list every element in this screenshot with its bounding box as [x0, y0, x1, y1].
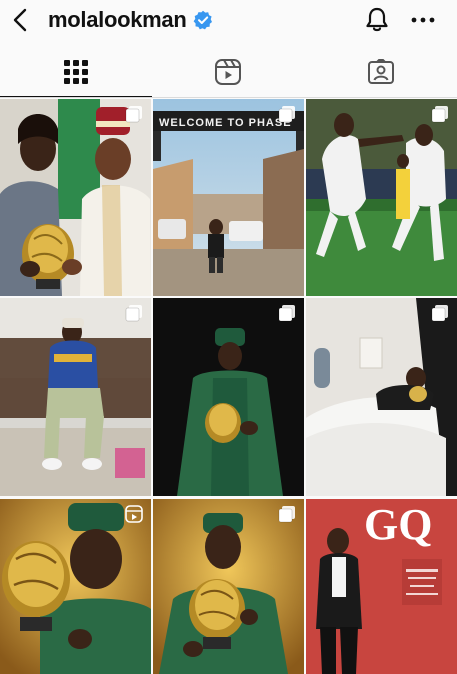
gq-logo-text: GQ — [364, 500, 432, 549]
post-photo — [306, 99, 457, 296]
reel-icon — [125, 505, 143, 523]
post-photo — [0, 99, 151, 296]
street-sign-text: WELCOME TO PHASE — [159, 117, 292, 129]
carousel-icon — [431, 106, 448, 123]
carousel-icon — [278, 506, 295, 523]
post-tile[interactable] — [0, 499, 151, 674]
profile-tabs — [0, 46, 457, 98]
post-photo — [153, 499, 304, 674]
back-arrow-icon[interactable] — [8, 6, 32, 34]
carousel-icon — [431, 305, 448, 322]
post-tile[interactable] — [0, 298, 151, 496]
post-tile[interactable]: WELCOME TO PHASE — [153, 99, 304, 296]
bell-icon[interactable] — [363, 6, 391, 34]
carousel-icon — [125, 106, 142, 123]
post-tile[interactable] — [306, 99, 457, 296]
post-photo: GQ — [306, 499, 457, 674]
post-photo: WELCOME TO PHASE — [153, 99, 304, 296]
verified-badge-icon — [193, 10, 212, 30]
grid-icon — [64, 60, 88, 84]
reels-icon — [215, 59, 241, 85]
carousel-icon — [278, 106, 295, 123]
more-icon[interactable] — [409, 8, 437, 32]
post-tile[interactable]: GQ — [306, 499, 457, 674]
carousel-icon — [125, 305, 142, 322]
username-group[interactable]: molalookman — [48, 4, 213, 36]
post-photo — [306, 298, 457, 496]
post-tile[interactable] — [153, 298, 304, 496]
tab-tagged[interactable] — [304, 46, 457, 98]
post-tile[interactable] — [153, 499, 304, 674]
post-photo — [0, 499, 151, 674]
tagged-icon — [367, 59, 394, 84]
post-tile[interactable] — [306, 298, 457, 496]
carousel-icon — [278, 305, 295, 322]
post-photo — [0, 298, 151, 496]
post-photo — [153, 298, 304, 496]
username[interactable]: molalookman — [48, 7, 187, 33]
tabs-divider — [0, 97, 457, 98]
profile-header: molalookman — [0, 0, 457, 40]
tab-posts[interactable] — [0, 46, 152, 98]
posts-grid: WELCOME TO PHASE GQ — [0, 99, 457, 674]
tab-reels[interactable] — [152, 46, 304, 98]
post-tile[interactable] — [0, 99, 151, 296]
